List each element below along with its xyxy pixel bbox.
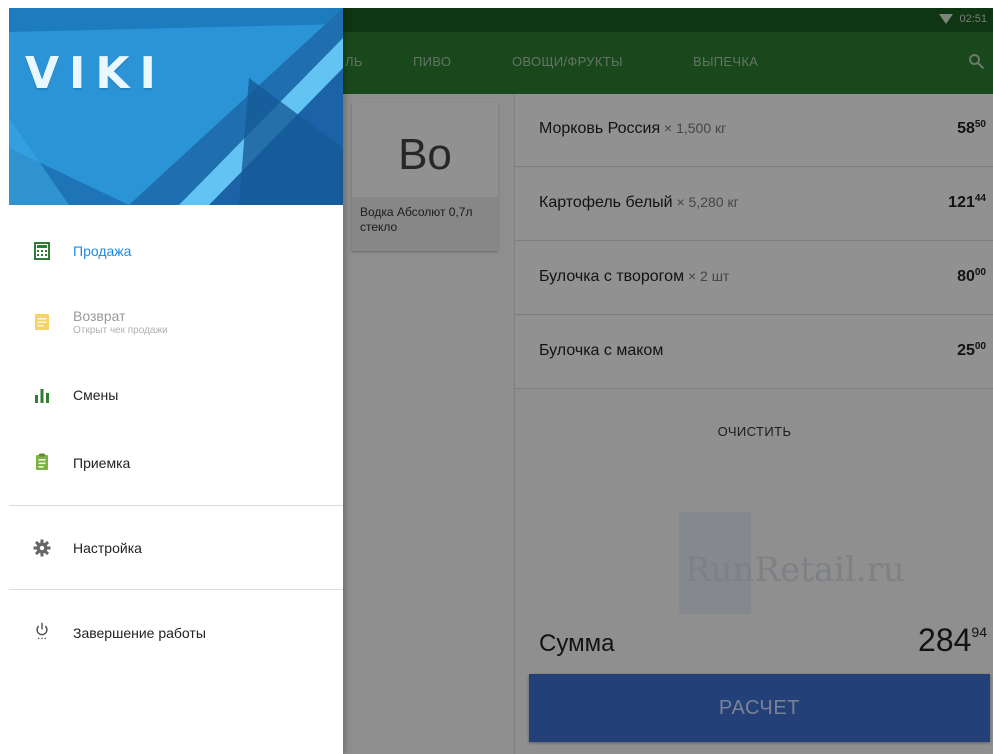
drawer-item-return[interactable]: Возврат Открыт чек продажи: [9, 298, 343, 346]
drawer-item-label: Продажа: [73, 243, 132, 259]
drawer-item-label: Завершение работы: [73, 625, 206, 641]
drawer-item-label: Настройка: [73, 540, 142, 556]
drawer-item-shifts[interactable]: Смены: [9, 371, 343, 419]
drawer-item-settings[interactable]: Настройка: [9, 524, 343, 572]
drawer-item-label: Приемка: [73, 455, 131, 471]
bar-chart-icon: [35, 389, 49, 403]
app-logo: VIKI: [25, 48, 166, 99]
gear-icon: [33, 539, 51, 557]
app-window: 02:51 ЛЬ ПИВО ОВОЩИ/ФРУКТЫ ВЫПЕЧКА Во Во…: [9, 8, 993, 754]
drawer-divider: [9, 589, 343, 590]
drawer-item-receiving[interactable]: Приемка: [9, 439, 343, 487]
navigation-drawer: VIKI Продажа Возврат Открыт чек продажи: [9, 8, 343, 754]
drawer-item-label: Смены: [73, 387, 119, 403]
drawer-item-sale[interactable]: Продажа: [9, 227, 343, 275]
drawer-item-label: Возврат: [73, 308, 126, 324]
drawer-divider: [9, 505, 343, 506]
receipt-icon: [35, 314, 49, 330]
drawer-item-sublabel: Открыт чек продажи: [73, 325, 168, 336]
drawer-header: VIKI: [9, 8, 343, 205]
calculator-icon: [34, 242, 50, 260]
power-icon: [36, 622, 48, 640]
drawer-item-shutdown[interactable]: Завершение работы: [9, 609, 343, 657]
clipboard-icon: [36, 453, 48, 470]
header-background: [9, 8, 343, 205]
